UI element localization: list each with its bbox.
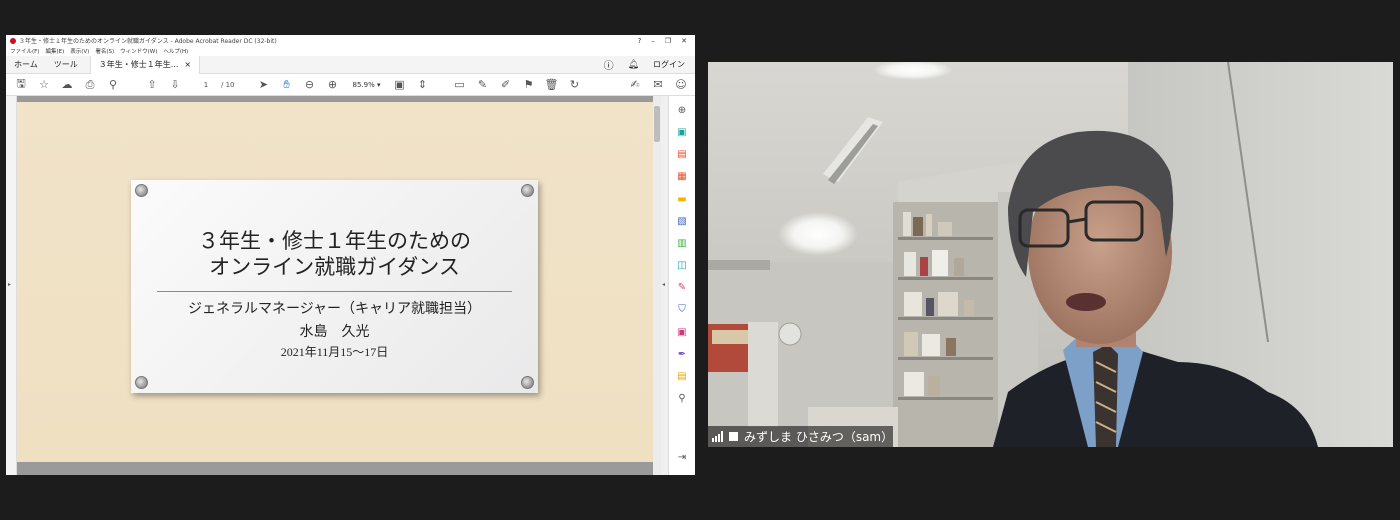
menu-bar: ファイル(F) 編集(E) 表示(V) 署名(S) ウィンドウ(W) ヘルプ(H… [6,46,695,56]
tools-pane: ⊕ ▣ ▤ ▦ ▬ ▧ ▥ ◫ ✎ ⛉ ▣ ✒ ▤ ⚲ ⇥ [668,96,695,475]
bolt-icon [135,184,148,197]
menu-file[interactable]: ファイル(F) [10,47,39,55]
zoom-search-icon[interactable]: ⊕ [675,104,689,118]
login-link[interactable]: ログイン [653,59,685,70]
menu-help[interactable]: ヘルプ(H) [163,47,188,55]
select-cursor-icon[interactable]: ➤ [255,76,273,94]
participant-name-bar: みずしま ひさみつ（sam） [708,426,894,447]
scroll-mode-icon[interactable]: ⇕ [414,76,432,94]
create-pdf-icon[interactable]: ▤ [675,148,689,162]
minimize-button[interactable]: – [651,37,655,45]
participant-name: みずしま ひさみつ（sam） [744,430,894,444]
more-tools-icon[interactable]: ⚲ [675,392,689,406]
slide-title-line-1: ３年生・修士１年生のための [198,230,471,253]
collapse-arrow-icon: ◂ [662,281,666,288]
vertical-scrollbar[interactable] [653,96,661,475]
zoom-out-search-icon[interactable]: ⚲ [104,76,122,94]
compress-icon[interactable]: ▣ [675,326,689,340]
expand-left-icon: ▸ [8,281,12,288]
video-tile: みずしま ひさみつ（sam） [708,62,1393,447]
bolt-icon [135,376,148,389]
tab-bar: ホーム ツール ３年生・修士１年生... × ⓘ 🔔︎ ログイン [6,55,695,74]
signal-strength-icon [712,431,723,442]
page-total: / 10 [221,80,235,89]
notification-bell-icon[interactable]: 🔔︎ [628,60,639,70]
menu-sign[interactable]: 署名(S) [95,47,114,55]
mail-icon[interactable]: ✉ [649,76,667,94]
slide-date: 2021年11月15～17日 [280,345,389,359]
draw-icon[interactable]: ✐ [497,76,515,94]
highlight-pen-icon[interactable]: ✎ [474,76,492,94]
zoom-out-icon[interactable]: ⊖ [301,76,319,94]
video-feed [708,62,1393,447]
menu-window[interactable]: ウィンドウ(W) [120,47,157,55]
protect-icon[interactable]: ⛉ [675,303,689,317]
help-icon[interactable]: ⓘ [604,57,614,72]
account-icon[interactable]: ☺ [672,76,690,94]
stamp-icon[interactable]: ⚑ [520,76,538,94]
organize-pages-icon[interactable]: ▥ [675,237,689,251]
left-pane-toggle[interactable]: ▸ [6,96,17,475]
sign-icon[interactable]: ✍︎ [626,76,644,94]
slide-role: ジェネラルマネージャー（キャリア就職担当） [187,302,482,317]
comment-icon[interactable]: ▭ [451,76,469,94]
delete-icon[interactable]: 🗑︎ [543,76,561,94]
edit-pdf-icon[interactable]: ▦ [675,170,689,184]
page-view[interactable]: ３年生・修士１年生のための オンライン就職ガイダンス ジェネラルマネージャー（キ… [17,96,653,475]
help-window-button[interactable]: ? [638,37,642,45]
window-title: ３年生・修士１年生のためのオンライン就職ガイダンス - Adobe Acroba… [19,38,277,45]
fit-page-icon[interactable]: ▣ [391,76,409,94]
tab-home[interactable]: ホーム [6,59,46,70]
rotate-icon[interactable]: ↻ [566,76,584,94]
scan-icon[interactable]: ◫ [675,259,689,273]
page-up-icon[interactable]: ⇧ [143,76,161,94]
tab-document[interactable]: ３年生・修士１年生... × [89,55,201,74]
acrobat-window: ３年生・修士１年生のためのオンライン就職ガイダンス - Adobe Acroba… [6,35,695,475]
tab-tools[interactable]: ツール [46,59,86,70]
print-icon[interactable]: ⎙ [81,76,99,94]
page-number-input[interactable]: 1 [197,81,215,89]
comment-tool-icon[interactable]: ▬ [675,193,689,207]
slide-title-line-2: オンライン就職ガイダンス [209,256,460,279]
title-bar: ３年生・修士１年生のためのオンライン就職ガイダンス - Adobe Acroba… [6,35,695,46]
scroll-thumb[interactable] [654,106,660,142]
toolbar: 🖫︎ ☆ ☁ ⎙ ⚲ ⇧ ⇩ 1 / 10 ➤ ✋︎ ⊖ ⊕ 85.9% ▾ ▣… [6,74,695,96]
combine-files-icon[interactable]: ▧ [675,215,689,229]
page-down-icon[interactable]: ⇩ [166,76,184,94]
restore-button[interactable]: ❐ [665,37,671,45]
fill-sign-icon[interactable]: ✎ [675,281,689,295]
document-area: ▸ ３年生・修士１年生のための オンライン就職ガイダンス ジェネラルマネージャー… [6,96,695,475]
export-pdf-icon[interactable]: ▣ [675,126,689,140]
acrobat-logo-icon [10,37,16,44]
upload-icon[interactable]: ☁ [58,76,76,94]
prepare-form-icon[interactable]: ▤ [675,370,689,384]
pdf-page: ３年生・修士１年生のための オンライン就職ガイダンス ジェネラルマネージャー（キ… [17,102,653,462]
redact-icon[interactable]: ✒ [675,348,689,362]
bolt-icon [521,184,534,197]
page-indicator: 1 / 10 [197,81,235,89]
collapse-pane-icon[interactable]: ⇥ [675,451,689,465]
save-icon[interactable]: 🖫︎ [12,76,30,94]
bolt-icon [521,376,534,389]
slide-presenter-name: 水島 久光 [299,325,370,340]
zoom-in-icon[interactable]: ⊕ [324,76,342,94]
menu-view[interactable]: 表示(V) [70,47,89,55]
zoom-level[interactable]: 85.9% ▾ [353,81,381,89]
slide-card: ３年生・修士１年生のための オンライン就職ガイダンス ジェネラルマネージャー（キ… [131,180,538,393]
slide-divider [157,291,512,292]
hand-icon[interactable]: ✋︎ [278,76,296,94]
bookmark-star-icon[interactable]: ☆ [35,76,53,94]
tab-close-button[interactable]: × [184,60,191,69]
menu-edit[interactable]: 編集(E) [45,47,64,55]
close-window-button[interactable]: ✕ [681,37,687,45]
tab-document-label: ３年生・修士１年生... [98,60,179,69]
video-stop-icon [729,432,738,441]
